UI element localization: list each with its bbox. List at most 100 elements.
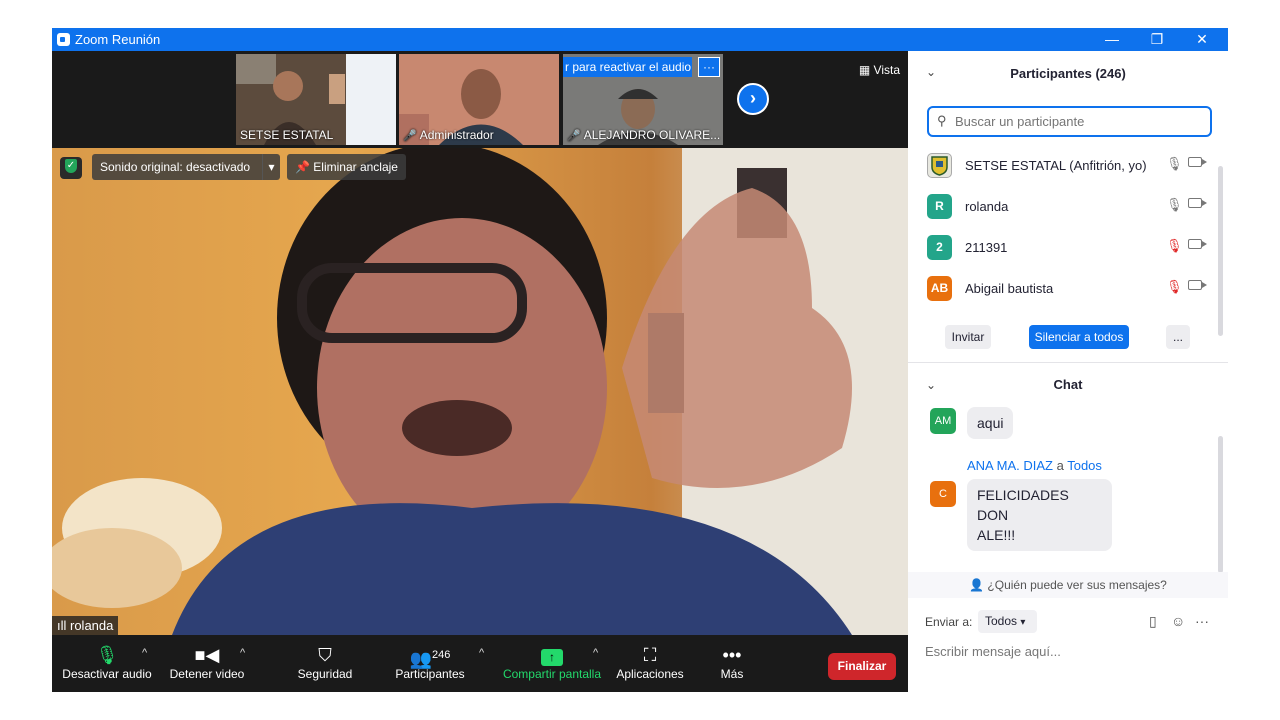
host-logo-icon bbox=[931, 156, 948, 176]
emoji-icon[interactable]: ☺ bbox=[1171, 613, 1185, 629]
participants-title: Participantes (246) bbox=[1010, 66, 1126, 81]
participant-name: 211391 bbox=[965, 240, 1008, 255]
security-button[interactable]: ⛉ Seguridad bbox=[292, 635, 358, 692]
chat-sender: ANA MA. DIAZ a Todos bbox=[967, 458, 1102, 473]
participant-name: Abigail bautista bbox=[965, 281, 1054, 296]
thumbnail-video[interactable]: r para reactivar el audio ··· 🎤 ALEJANDRO… bbox=[563, 54, 723, 145]
end-meeting-button[interactable]: Finalizar bbox=[828, 653, 896, 680]
share-screen-button[interactable]: ↑ Compartir pantalla bbox=[500, 635, 604, 692]
thumbnail-video[interactable]: 🎤 Administrador bbox=[399, 54, 559, 145]
participant-search-input[interactable] bbox=[955, 112, 1205, 131]
participants-count: 246 bbox=[432, 649, 451, 661]
participants-more-button[interactable]: ... bbox=[1166, 325, 1190, 349]
chat-avatar: C bbox=[930, 481, 956, 507]
view-label: Vista bbox=[873, 63, 900, 77]
participant-name: rolanda bbox=[965, 199, 1009, 214]
thumbnail-name: Administrador bbox=[419, 128, 494, 142]
more-button[interactable]: ••• Más bbox=[712, 635, 752, 692]
participant-row[interactable]: AB Abigail bautista 🎙 bbox=[908, 268, 1218, 309]
muted-mic-icon[interactable]: 🎙 bbox=[1166, 238, 1183, 254]
original-sound-label: Sonido original: desactivado bbox=[100, 160, 251, 174]
active-speaker-label: ıll rolanda bbox=[52, 616, 119, 635]
speaker-video-image bbox=[52, 148, 908, 635]
file-icon[interactable]: ▯ bbox=[1149, 613, 1157, 630]
chat-message-line: FELICIDADES DON bbox=[977, 487, 1069, 523]
recipient-name[interactable]: Todos bbox=[1067, 458, 1102, 473]
video-area: SETSE ESTATAL 🎤 Administrador r para reac… bbox=[52, 51, 908, 635]
microphone-icon[interactable]: 🎙 bbox=[1166, 156, 1183, 172]
audio-options-caret[interactable]: ^ bbox=[142, 647, 147, 659]
meeting-toolbar: 🎙 Desactivar audio ^ ■◀ Detener video ^ … bbox=[52, 635, 908, 692]
thumbnail-video[interactable]: SETSE ESTATAL bbox=[236, 54, 396, 145]
chat-message: FELICIDADES DON ALE!!! bbox=[967, 479, 1112, 551]
close-button[interactable]: ✕ bbox=[1179, 28, 1225, 51]
invite-button[interactable]: Invitar bbox=[945, 325, 991, 349]
participants-scrollbar[interactable] bbox=[1218, 166, 1223, 336]
stop-video-button[interactable]: ■◀ Detener video bbox=[164, 635, 250, 692]
unpin-button[interactable]: 📌 Eliminar anclaje bbox=[287, 154, 406, 180]
pin-icon: 📌 bbox=[295, 160, 314, 174]
mute-audio-label: Desactivar audio bbox=[62, 667, 152, 681]
participant-row[interactable]: 2 211391 🎙 bbox=[908, 227, 1218, 268]
main-speaker-video: Sonido original: desactivado ▾ 📌 Elimina… bbox=[52, 148, 908, 635]
unmute-banner[interactable]: r para reactivar el audio bbox=[563, 57, 692, 77]
who-can-see-link[interactable]: 👤 ¿Quién puede ver sus mensajes? bbox=[908, 572, 1228, 598]
sender-name[interactable]: ANA MA. DIAZ bbox=[967, 458, 1053, 473]
divider bbox=[908, 362, 1228, 363]
original-sound-toggle[interactable]: Sonido original: desactivado ▾ bbox=[92, 154, 280, 180]
microphone-icon[interactable]: 🎙 bbox=[1166, 197, 1183, 213]
thumbnail-more-button[interactable]: ··· bbox=[698, 57, 720, 77]
security-shield-icon[interactable] bbox=[60, 157, 82, 179]
participants-header: ⌄ Participantes (246) bbox=[908, 51, 1228, 96]
minimize-button[interactable]: — bbox=[1089, 28, 1135, 51]
chevron-down-icon: ▾ bbox=[1020, 617, 1026, 628]
muted-mic-icon[interactable]: 🎙 bbox=[1166, 279, 1183, 295]
video-camera-icon[interactable] bbox=[1188, 198, 1207, 208]
participant-avatar: R bbox=[927, 194, 952, 219]
muted-mic-icon: 🎤 bbox=[567, 130, 581, 142]
restore-button[interactable]: ❐ bbox=[1134, 28, 1180, 51]
security-label: Seguridad bbox=[297, 667, 353, 681]
participant-search[interactable]: ⚲ bbox=[927, 106, 1212, 137]
more-options-icon[interactable]: ··· bbox=[1195, 613, 1209, 629]
next-page-button[interactable]: › bbox=[737, 83, 769, 115]
chat-avatar: AM bbox=[930, 408, 956, 434]
more-label: Más bbox=[720, 667, 744, 681]
participant-row[interactable]: R rolanda 🎙 bbox=[908, 186, 1218, 227]
video-options-caret[interactable]: ^ bbox=[240, 647, 245, 659]
unpin-label: Eliminar anclaje bbox=[313, 160, 398, 174]
mute-audio-button[interactable]: 🎙 Desactivar audio bbox=[60, 635, 154, 692]
chat-message-input[interactable] bbox=[925, 641, 1215, 661]
apps-icon: ⛶ bbox=[643, 645, 657, 665]
chat-message: aqui bbox=[967, 407, 1014, 439]
chat-scrollbar[interactable] bbox=[1218, 436, 1223, 573]
view-button[interactable]: ▦ Vista bbox=[859, 63, 900, 77]
video-camera-icon[interactable] bbox=[1188, 239, 1207, 249]
who-can-see-label: ¿Quién puede ver sus mensajes? bbox=[987, 578, 1167, 592]
send-to-select[interactable]: Todos ▾ bbox=[978, 610, 1037, 633]
more-dots-icon: ••• bbox=[722, 645, 742, 665]
participants-button[interactable]: 👥246 Participantes bbox=[392, 635, 468, 692]
video-camera-icon[interactable] bbox=[1188, 157, 1207, 167]
video-camera-icon[interactable] bbox=[1188, 280, 1207, 290]
participants-options-caret[interactable]: ^ bbox=[479, 647, 484, 659]
chat-title: Chat bbox=[1053, 377, 1083, 392]
apps-button[interactable]: ⛶ Aplicaciones bbox=[615, 635, 685, 692]
search-icon: ⚲ bbox=[937, 113, 947, 128]
share-options-caret[interactable]: ^ bbox=[593, 647, 598, 659]
side-panel: ⌄ Participantes (246) ⚲ SETSE ESTATAL (A… bbox=[908, 51, 1228, 692]
participant-row[interactable]: SETSE ESTATAL (Anfitrión, yo) 🎙 bbox=[908, 145, 1218, 186]
apps-label: Aplicaciones bbox=[616, 667, 684, 681]
thumbnail-name: SETSE ESTATAL bbox=[240, 128, 334, 142]
signal-icon: ıll bbox=[57, 618, 70, 633]
speaker-name: rolanda bbox=[70, 618, 114, 633]
chevron-down-icon[interactable]: ▾ bbox=[262, 154, 280, 180]
share-screen-label: Compartir pantalla bbox=[502, 667, 602, 681]
thumbnail-name: ALEJANDRO OLIVARE... bbox=[583, 128, 721, 142]
chat-message-line: ALE!!! bbox=[977, 527, 1016, 543]
mute-all-button[interactable]: Silenciar a todos bbox=[1029, 325, 1129, 349]
video-camera-icon: ■◀ bbox=[194, 645, 220, 665]
muted-mic-icon: 🎤 bbox=[403, 130, 417, 142]
people-icon: 👤 bbox=[969, 578, 988, 592]
share-screen-icon: ↑ bbox=[500, 635, 604, 667]
